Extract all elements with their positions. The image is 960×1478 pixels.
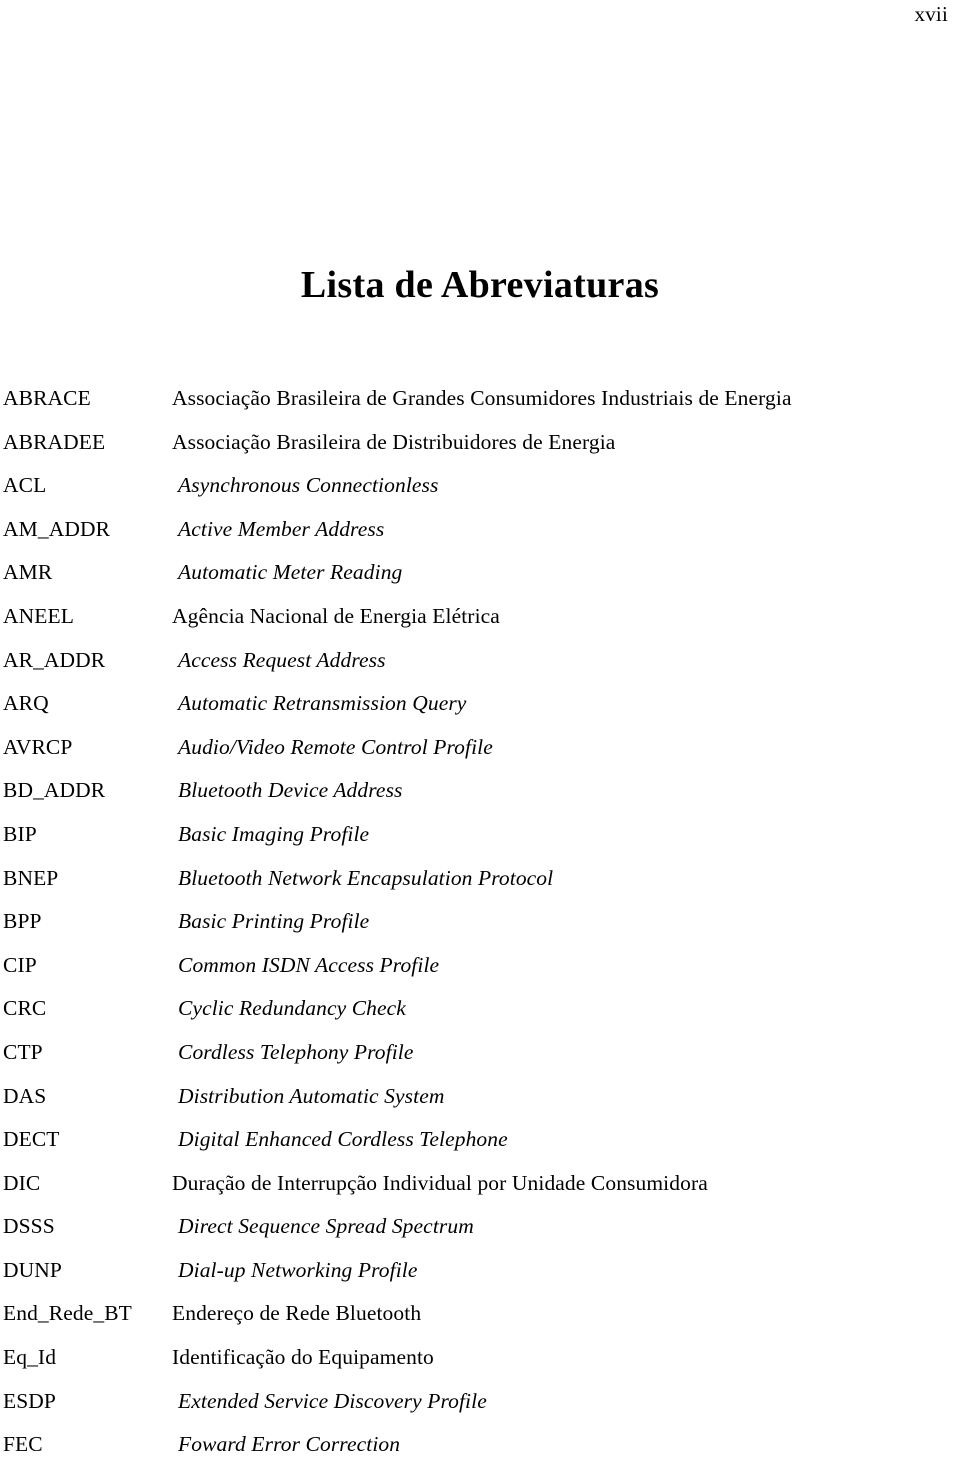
abbreviation-term: End_Rede_BT (3, 1301, 132, 1326)
abbreviation-definition: Bluetooth Network Encapsulation Protocol (178, 865, 554, 890)
abbreviation-definition: Associação Brasileira de Distribuidores … (172, 429, 616, 454)
abbreviation-row: AVRCP Audio/Video Remote Control Profile (3, 734, 953, 781)
abbreviation-row: ABRADEE Associação Brasileira de Distribu… (3, 429, 953, 476)
abbreviation-definition: Distribution Automatic System (178, 1083, 445, 1108)
abbreviation-row: DUNP Dial-up Networking Profile (3, 1257, 953, 1304)
abbreviation-definition: Direct Sequence Spread Spectrum (178, 1214, 474, 1239)
abbreviation-term: ABRADEE (3, 429, 106, 454)
abbreviation-row: ESDP Extended Service Discovery Profile (3, 1388, 953, 1435)
abbreviation-term: DUNP (3, 1257, 62, 1282)
abbreviation-term: CRC (3, 996, 47, 1021)
abbreviation-row: ARQ Automatic Retransmission Query (3, 693, 953, 737)
document-page: xvii Lista de Abreviaturas ABRACE Associa… (0, 0, 960, 1462)
abbreviation-definition: Common ISDN Access Profile (178, 952, 440, 977)
abbreviation-term: ARQ (3, 691, 49, 716)
abbreviation-definition: Access Request Address (178, 647, 386, 672)
abbreviation-row: CRC Cyclic Redundancy Check (3, 998, 953, 1042)
page-number: xvii (914, 2, 948, 26)
abbreviation-definition: Agência Nacional de Energia Elétrica (172, 603, 500, 628)
abbreviation-row: BD_ADDR Bluetooth Device Address (3, 780, 953, 824)
abbreviation-definition: Basic Printing Profile (178, 909, 370, 934)
abbreviation-term: AR_ADDR (3, 647, 106, 672)
abbreviation-definition: Cyclic Redundancy Check (178, 996, 406, 1021)
abbreviation-term: ACL (3, 473, 47, 498)
abbreviation-term: Eq_Id (3, 1345, 57, 1370)
abbreviation-term: CIP (3, 952, 37, 977)
abbreviation-term: DSSS (3, 1214, 55, 1239)
abbreviation-row: AR_ADDR Access Request Address (3, 647, 953, 694)
abbreviation-row: DAS Distribution Automatic System (3, 1083, 953, 1130)
abbreviation-row: DIC Duração de Interrupção Individual por… (3, 1170, 953, 1217)
abbreviation-row: CIP Common ISDN Access Profile (3, 952, 953, 999)
abbreviation-row: ABRACE Associação Brasileira de Grandes C… (3, 386, 953, 432)
abbreviation-row: Eq_Id Identificação do Equipamento (3, 1347, 953, 1391)
abbreviation-term: BIP (3, 821, 37, 846)
abbreviation-definition: Extended Service Discovery Profile (178, 1388, 487, 1413)
abbreviation-term: ABRACE (3, 386, 91, 410)
abbreviation-definition: Duração de Interrupção Individual por Un… (172, 1170, 708, 1195)
abbreviation-definition: Digital Enhanced Cordless Telephone (178, 1127, 508, 1152)
abbreviation-row: AM_ADDR Active Member Address (3, 516, 953, 563)
abbreviation-definition: Identificação do Equipamento (172, 1345, 434, 1370)
abbreviation-row: FEC Foward Error Correction (3, 1434, 953, 1478)
abbreviation-term: DECT (3, 1127, 60, 1152)
abbreviation-term: BD_ADDR (3, 778, 106, 803)
abbreviation-term: AM_ADDR (3, 516, 111, 541)
abbreviation-definition: Foward Error Correction (178, 1432, 401, 1457)
abbreviation-list: ABRACE Associação Brasileira de Grandes C… (3, 386, 953, 1478)
abbreviation-definition: Bluetooth Device Address (178, 778, 403, 803)
abbreviation-row: CTP Cordless Telephony Profile (3, 1039, 953, 1086)
abbreviation-row: ANEEL Agência Nacional de Energia Elétric… (3, 603, 953, 650)
abbreviation-term: DIC (3, 1170, 41, 1195)
abbreviation-definition: Endereço de Rede Bluetooth (172, 1301, 422, 1326)
abbreviation-row: DECT Digital Enhanced Cordless Telephone (3, 1129, 953, 1173)
abbreviation-row: End_Rede_BT Endereço de Rede Bluetooth (3, 1303, 953, 1347)
abbreviation-term: BNEP (3, 865, 59, 890)
abbreviation-row: AMR Automatic Meter Reading (3, 562, 953, 606)
abbreviation-definition: Automatic Meter Reading (178, 560, 403, 585)
abbreviation-definition: Basic Imaging Profile (178, 821, 370, 846)
abbreviation-row: DSSS Direct Sequence Spread Spectrum (3, 1216, 953, 1260)
page-title: Lista de Abreviaturas (300, 264, 660, 307)
abbreviation-row: ACL Asynchronous Connectionless (3, 475, 953, 519)
abbreviation-definition: Asynchronous Connectionless (178, 473, 439, 498)
abbreviation-definition: Associação Brasileira de Grandes Consumi… (172, 386, 792, 410)
abbreviation-term: FEC (3, 1432, 43, 1457)
abbreviation-row: BIP Basic Imaging Profile (3, 821, 953, 868)
abbreviation-row: BPP Basic Printing Profile (3, 911, 953, 955)
abbreviation-definition: Cordless Telephony Profile (178, 1039, 414, 1064)
abbreviation-term: CTP (3, 1039, 43, 1064)
abbreviation-term: DAS (3, 1083, 47, 1108)
abbreviation-term: ESDP (3, 1388, 56, 1413)
abbreviation-definition: Active Member Address (178, 516, 385, 541)
abbreviation-definition: Dial-up Networking Profile (178, 1257, 418, 1282)
abbreviation-definition: Audio/Video Remote Control Profile (178, 734, 493, 759)
abbreviation-term: AMR (3, 560, 53, 585)
abbreviation-term: BPP (3, 909, 42, 934)
abbreviation-definition: Automatic Retransmission Query (178, 691, 467, 716)
abbreviation-term: ANEEL (3, 603, 74, 628)
abbreviation-row: BNEP Bluetooth Network Encapsulation Prot… (3, 865, 953, 912)
abbreviation-term: AVRCP (3, 734, 73, 759)
